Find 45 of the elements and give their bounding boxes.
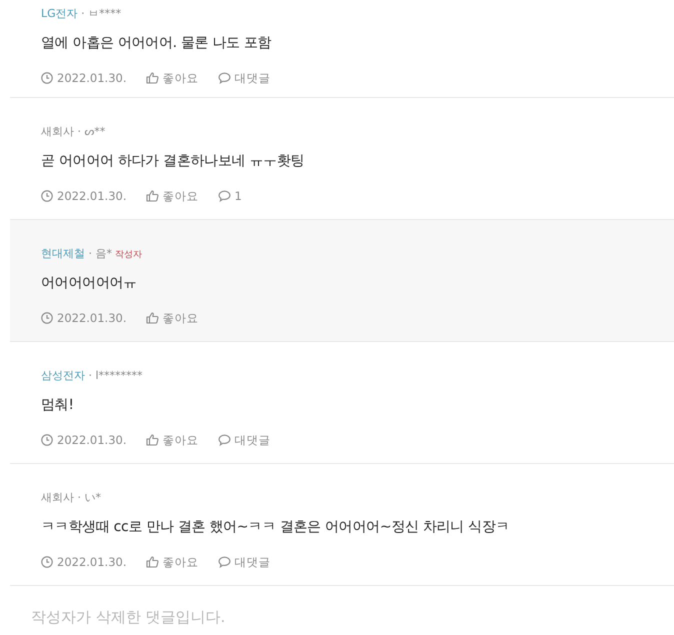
clock-icon bbox=[41, 312, 53, 324]
thumbs-up-icon bbox=[146, 556, 158, 568]
speech-bubble-icon bbox=[218, 434, 230, 446]
date-text: 2022.01.30. bbox=[57, 188, 126, 204]
date-text: 2022.01.30. bbox=[57, 432, 126, 448]
like-button[interactable]: 좋아요 bbox=[146, 310, 198, 327]
speech-bubble-icon bbox=[218, 190, 230, 202]
like-button[interactable]: 좋아요 bbox=[146, 554, 198, 571]
thumbs-up-icon bbox=[146, 190, 158, 202]
thumbs-up-icon bbox=[146, 312, 158, 324]
company-name: 삼성전자 bbox=[41, 369, 85, 382]
comment-text: 멈춰! bbox=[41, 396, 75, 414]
username: · い* bbox=[78, 491, 101, 504]
deleted-comment-text: 작성자가 삭제한 댓글입니다. bbox=[30, 607, 226, 628]
username: · ᔕ** bbox=[78, 125, 106, 138]
comment-text: 열에 아홉은 어어어어. 물론 나도 포함 bbox=[41, 34, 272, 52]
username: · ㅂ**** bbox=[81, 7, 122, 20]
like-button[interactable]: 좋아요 bbox=[146, 188, 198, 205]
reply-button[interactable]: 대댓글 bbox=[218, 70, 270, 87]
company-name: 새회사 bbox=[41, 125, 74, 138]
speech-bubble-icon bbox=[218, 556, 230, 568]
company-name: LG전자 bbox=[41, 7, 78, 20]
clock-icon bbox=[41, 190, 53, 202]
author-tag: 작성자 bbox=[115, 250, 142, 260]
date-text: 2022.01.30. bbox=[57, 554, 126, 570]
username: · l******** bbox=[88, 369, 143, 382]
comment-text: 곧 어어어어 하다가 결혼하나보네 ㅠㅜ홧팅 bbox=[41, 152, 306, 170]
speech-bubble-icon bbox=[218, 72, 230, 84]
reply-button[interactable]: 1 bbox=[218, 188, 242, 205]
thumbs-up-icon bbox=[146, 72, 158, 84]
company-name: 새회사 bbox=[41, 491, 74, 504]
reply-button[interactable]: 대댓글 bbox=[218, 554, 270, 571]
clock-icon bbox=[41, 556, 53, 568]
clock-icon bbox=[41, 434, 53, 446]
comment-text: 어어어어어어ㅠ bbox=[41, 274, 138, 292]
comment-text: ㅋㅋ학생때 cc로 만나 결혼 했어~ㅋㅋ 결혼은 어어어어~정신 차리니 식장ㅋ bbox=[41, 518, 510, 536]
username: · 음* bbox=[88, 247, 112, 260]
thumbs-up-icon bbox=[146, 434, 158, 446]
company-name: 현대제철 bbox=[41, 247, 85, 260]
like-button[interactable]: 좋아요 bbox=[146, 70, 198, 87]
like-button[interactable]: 좋아요 bbox=[146, 432, 198, 449]
date-text: 2022.01.30. bbox=[57, 310, 126, 326]
date-text: 2022.01.30. bbox=[57, 70, 126, 86]
reply-button[interactable]: 대댓글 bbox=[218, 432, 270, 449]
clock-icon bbox=[41, 72, 53, 84]
